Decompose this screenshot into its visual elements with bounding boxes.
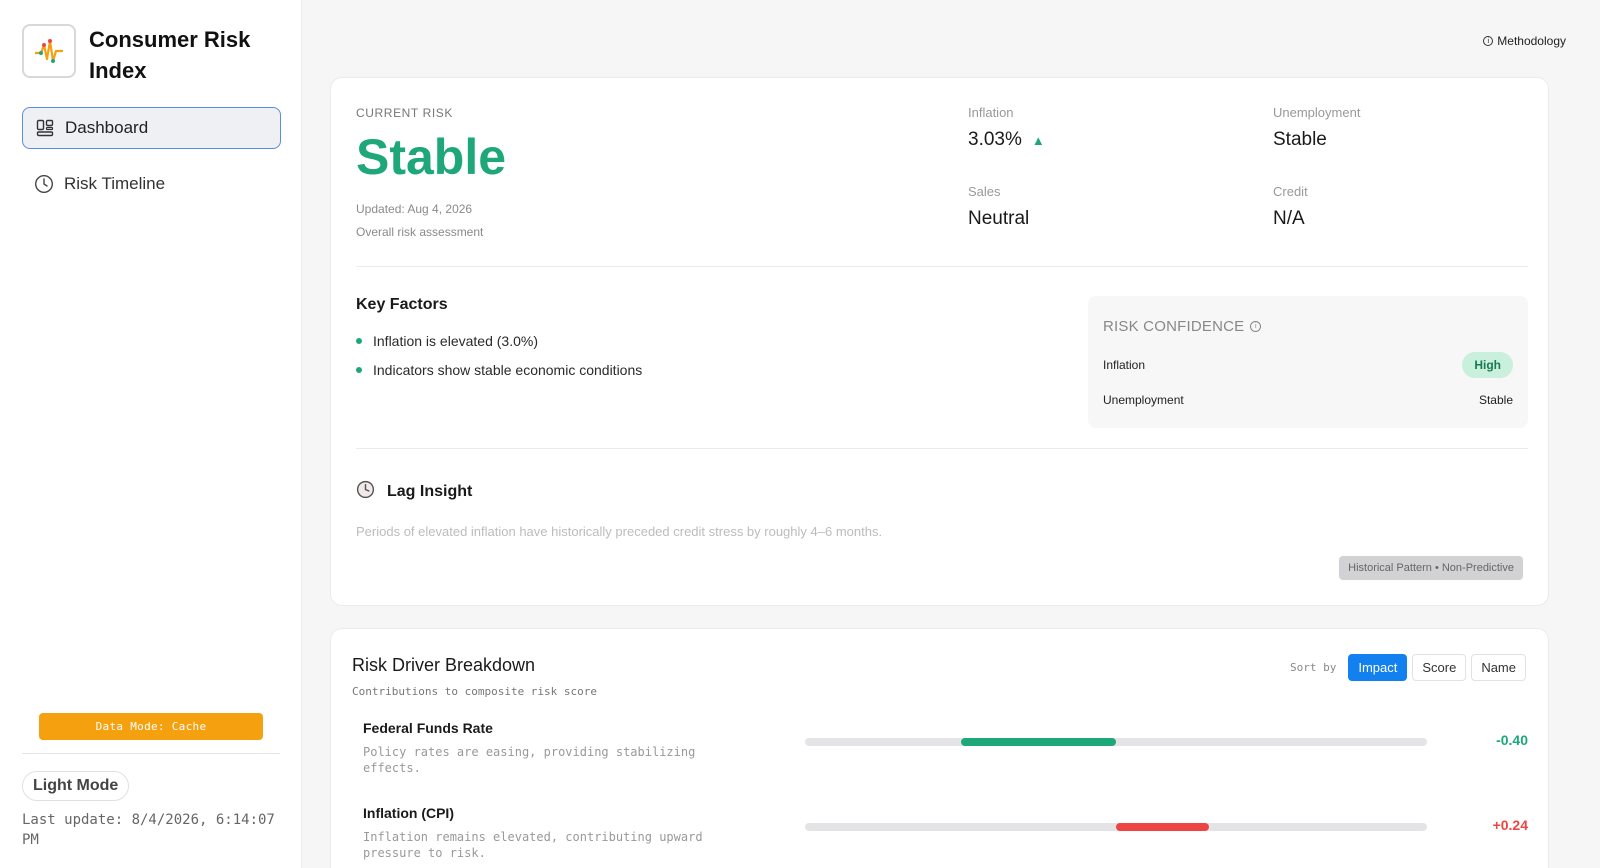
- driver-row: Federal Funds Rate Policy rates are easi…: [363, 720, 1528, 776]
- sort-controls: Sort by Impact Score Name: [1290, 654, 1526, 681]
- metric-label: Inflation: [968, 105, 1014, 120]
- confidence-label: Unemployment: [1103, 393, 1184, 407]
- nav-risk-timeline[interactable]: Risk Timeline: [22, 163, 281, 205]
- lag-insight-text: Periods of elevated inflation have histo…: [356, 524, 883, 539]
- breakdown-subtitle: Contributions to composite risk score: [352, 685, 598, 698]
- brand: Consumer Risk Index: [22, 24, 259, 86]
- current-risk-value: Stable: [356, 129, 507, 185]
- sort-score-button[interactable]: Score: [1412, 654, 1467, 681]
- data-mode-badge: Data Mode: Cache: [39, 713, 263, 740]
- metric-value: Stable: [1273, 129, 1327, 150]
- lag-insight-label: Lag Insight: [387, 483, 473, 500]
- divider: [356, 448, 1528, 449]
- nav-dashboard[interactable]: Dashboard: [22, 107, 281, 149]
- updated-date: Updated: Aug 4, 2026: [356, 202, 473, 216]
- driver-bar-fill: [960, 738, 1116, 746]
- driver-value: -0.40: [1496, 732, 1528, 748]
- key-factor-text: Indicators show stable economic conditio…: [373, 362, 643, 378]
- info-icon[interactable]: i: [1250, 321, 1262, 332]
- list-item: Indicators show stable economic conditio…: [356, 362, 642, 378]
- driver-value: +0.24: [1492, 817, 1528, 833]
- risk-driver-breakdown-card: Risk Driver Breakdown Contributions to c…: [330, 628, 1549, 868]
- driver-description: Inflation remains elevated, contributing…: [363, 830, 703, 860]
- theme-toggle-button[interactable]: Light Mode: [22, 771, 130, 801]
- sort-name-button[interactable]: Name: [1471, 654, 1526, 681]
- risk-confidence-panel: RISK CONFIDENCE i Inflation High Unemplo…: [1088, 296, 1528, 428]
- driver-name: Inflation (CPI): [363, 805, 454, 821]
- risk-summary-card: CURRENT RISK Stable Updated: Aug 4, 2026…: [330, 77, 1549, 606]
- divider: [356, 266, 1528, 267]
- confidence-value: Stable: [1478, 393, 1513, 407]
- key-factors-list: Inflation is elevated (3.0%) Indicators …: [356, 333, 642, 391]
- overall-caption: Overall risk assessment: [356, 225, 484, 239]
- bullet-icon: [356, 338, 362, 344]
- logo-icon: [22, 24, 76, 78]
- sidebar: Consumer Risk Index Dashboard Risk Timel…: [0, 0, 302, 868]
- metric-label: Credit: [1273, 184, 1308, 199]
- metric-label: Sales: [968, 184, 1001, 199]
- driver-description: Policy rates are easing, providing stabi…: [363, 745, 696, 775]
- last-update-text: Last update: 8/4/2026, 6:14:07 PM: [22, 812, 275, 848]
- bullet-icon: [356, 367, 362, 373]
- metric-sales: Sales Neutral: [968, 184, 1029, 230]
- methodology-label: Methodology: [1497, 34, 1566, 48]
- metric-credit: Credit N/A: [1273, 184, 1308, 230]
- sidebar-divider: [22, 753, 280, 754]
- confidence-badge: High: [1462, 352, 1513, 378]
- breakdown-title: Risk Driver Breakdown: [352, 655, 536, 675]
- key-factors-title: Key Factors: [356, 296, 448, 313]
- risk-confidence-title: RISK CONFIDENCE i: [1103, 318, 1262, 335]
- risk-confidence-label: RISK CONFIDENCE: [1103, 318, 1245, 335]
- dashboard-icon: [35, 118, 55, 138]
- historical-pattern-tag: Historical Pattern • Non-Predictive: [1339, 556, 1523, 580]
- inflation-value: 3.03%: [968, 129, 1022, 150]
- metric-inflation: Inflation 3.03% ▲: [968, 105, 1045, 151]
- metric-value: N/A: [1273, 208, 1305, 229]
- info-icon: i: [1483, 36, 1494, 46]
- sort-impact-button[interactable]: Impact: [1348, 654, 1408, 681]
- clock-icon: [356, 480, 375, 504]
- driver-row: Inflation (CPI) Inflation remains elevat…: [363, 805, 1528, 861]
- driver-bar-track: [805, 738, 1427, 746]
- key-factor-text: Inflation is elevated (3.0%): [373, 333, 538, 349]
- lag-insight-title: Lag Insight: [356, 480, 472, 504]
- confidence-row: Unemployment Stable: [1103, 393, 1513, 407]
- sort-label: Sort by: [1289, 661, 1337, 674]
- metric-unemployment: Unemployment Stable: [1273, 105, 1360, 151]
- list-item: Inflation is elevated (3.0%): [356, 333, 642, 349]
- methodology-link[interactable]: i Methodology: [1483, 34, 1566, 48]
- nav-dashboard-label: Dashboard: [65, 118, 149, 137]
- metric-value: 3.03% ▲: [968, 129, 1045, 151]
- nav-risk-timeline-label: Risk Timeline: [64, 174, 166, 193]
- driver-bar-fill: [1116, 823, 1210, 831]
- confidence-label: Inflation: [1103, 358, 1146, 372]
- brand-title: Consumer Risk Index: [89, 27, 251, 83]
- driver-name: Federal Funds Rate: [363, 720, 493, 736]
- clock-icon: [34, 174, 54, 194]
- metric-label: Unemployment: [1273, 105, 1361, 120]
- current-risk-label: CURRENT RISK: [356, 106, 453, 120]
- trend-up-icon: ▲: [1031, 132, 1045, 148]
- confidence-row: Inflation High: [1103, 352, 1513, 378]
- metric-value: Neutral: [968, 208, 1030, 229]
- driver-bar-track: [805, 823, 1427, 831]
